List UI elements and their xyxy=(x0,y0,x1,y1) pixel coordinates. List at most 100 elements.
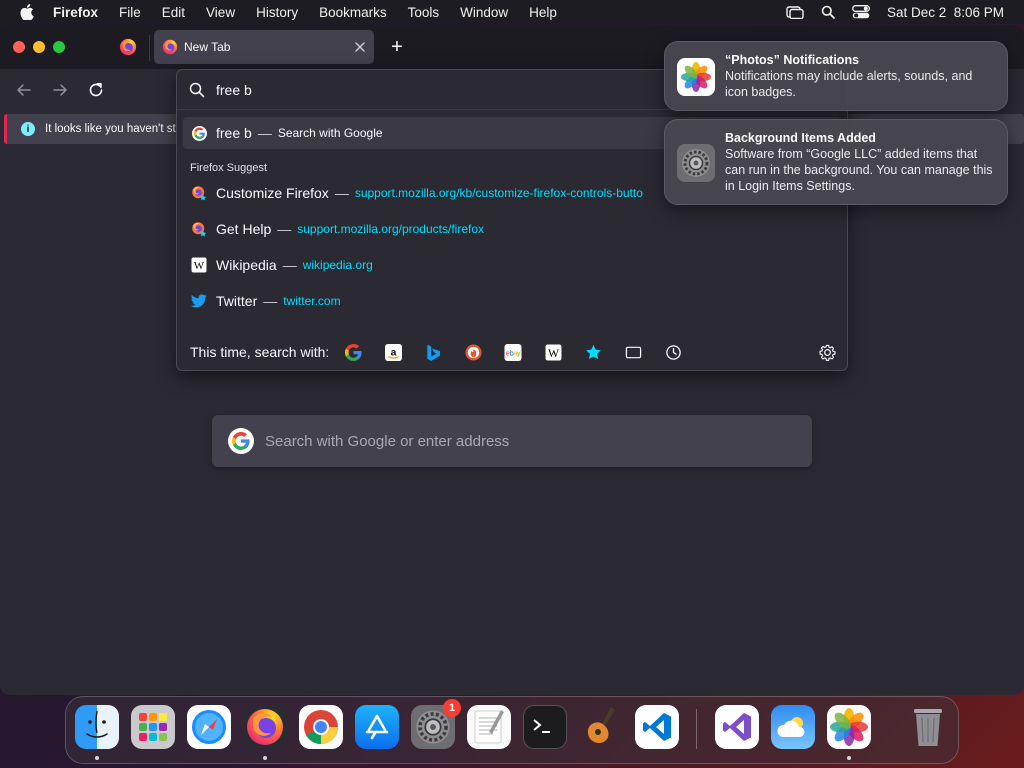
tab-new-tab[interactable]: New Tab xyxy=(154,30,374,64)
suggestion-title: Customize Firefox xyxy=(216,185,329,201)
amazon-icon[interactable]: a xyxy=(383,342,403,362)
bing-icon[interactable] xyxy=(423,342,443,362)
search-settings-gear-icon[interactable] xyxy=(817,342,837,362)
photos-running-indicator xyxy=(847,756,851,760)
menu-bookmarks[interactable]: Bookmarks xyxy=(319,5,387,20)
suggestion-url: twitter.com xyxy=(283,294,341,308)
suggestion-url: support.mozilla.org/products/firefox xyxy=(297,222,484,236)
back-arrow-icon xyxy=(17,84,31,96)
suggestion-separator: — xyxy=(263,293,278,309)
spotlight-search-icon[interactable] xyxy=(821,5,835,19)
infobar-message: It looks like you haven't st xyxy=(45,123,176,135)
forward-button[interactable] xyxy=(48,78,72,102)
tab-title: New Tab xyxy=(184,40,231,54)
finder-running-indicator xyxy=(95,756,99,760)
firefox-icon xyxy=(119,38,137,56)
notification-title: Background Items Added xyxy=(725,131,876,145)
chrome-icon[interactable] xyxy=(299,705,343,749)
firefox-favicon-icon xyxy=(162,39,178,55)
pinned-tab-firefox[interactable] xyxy=(110,31,146,63)
terminal-icon[interactable] xyxy=(523,705,567,749)
garageband-icon[interactable] xyxy=(579,705,623,749)
tabs-icon[interactable] xyxy=(623,342,643,362)
photos-icon xyxy=(677,58,715,96)
newtab-search-box[interactable] xyxy=(212,415,812,467)
menu-history[interactable]: History xyxy=(256,5,298,20)
bookmarks-star-icon[interactable] xyxy=(583,342,603,362)
suggestion-separator: — xyxy=(282,257,297,273)
google-icon xyxy=(190,124,208,142)
notification-body: Notifications may include alerts, sounds… xyxy=(725,69,973,99)
tab-close-icon[interactable] xyxy=(346,42,374,52)
visual-studio-icon[interactable] xyxy=(715,705,759,749)
svg-text:W: W xyxy=(548,346,559,359)
app-name-menu[interactable]: Firefox xyxy=(53,5,98,20)
suggestion-twitter[interactable]: Twitter — twitter.com xyxy=(183,285,841,317)
suggestion-title: Get Help xyxy=(216,221,272,237)
weather-icon[interactable] xyxy=(771,705,815,749)
system-settings-dock-icon[interactable]: 1 xyxy=(411,699,461,749)
clock-datetime[interactable]: Sat Dec 2 8:06 PM xyxy=(887,5,1004,20)
duckduckgo-icon[interactable] xyxy=(463,342,483,362)
result-title: free b xyxy=(216,125,252,141)
suggestion-get-help[interactable]: Get Help — support.mozilla.org/products/… xyxy=(183,213,841,245)
firefox-suggest-heading: Firefox Suggest xyxy=(190,162,268,174)
window-close-button[interactable] xyxy=(13,41,25,53)
dock: 1 xyxy=(65,696,959,764)
suggestion-separator: — xyxy=(277,221,292,237)
one-off-label: This time, search with: xyxy=(190,344,330,360)
suggestion-wikipedia[interactable]: W Wikipedia — wikipedia.org xyxy=(183,249,841,281)
menu-edit[interactable]: Edit xyxy=(162,5,185,20)
textedit-icon[interactable] xyxy=(467,705,511,749)
back-button[interactable] xyxy=(12,78,36,102)
notification-body: Software from “Google LLC” added items t… xyxy=(725,147,993,193)
app-store-icon[interactable] xyxy=(355,705,399,749)
twitter-icon xyxy=(190,292,208,310)
svg-text:W: W xyxy=(194,260,205,272)
apple-menu-icon[interactable] xyxy=(20,4,36,20)
urlbar-results-popup: free b — Search with Google Firefox Sugg… xyxy=(176,69,848,371)
vscode-icon[interactable] xyxy=(635,705,679,749)
history-clock-icon[interactable] xyxy=(663,342,683,362)
background-items-notification[interactable]: Background Items Added Software from “Go… xyxy=(664,119,1008,205)
menu-tools[interactable]: Tools xyxy=(408,5,440,20)
menu-view[interactable]: View xyxy=(206,5,235,20)
ebay-icon[interactable]: ebay xyxy=(503,342,523,362)
window-zoom-button[interactable] xyxy=(53,41,65,53)
info-icon: i xyxy=(21,122,35,136)
svg-text:y: y xyxy=(517,349,521,357)
suggestion-separator: — xyxy=(334,185,349,201)
suggestion-title: Twitter xyxy=(216,293,258,309)
menu-file[interactable]: File xyxy=(119,5,141,20)
one-off-search-bar: This time, search with: a ebay W xyxy=(177,332,847,372)
screen-mirroring-icon[interactable] xyxy=(786,5,804,19)
launchpad-icon[interactable] xyxy=(131,705,175,749)
window-minimize-button[interactable] xyxy=(33,41,45,53)
notification-title: “Photos” Notifications xyxy=(725,53,860,67)
control-center-icon[interactable] xyxy=(851,5,870,19)
menu-window[interactable]: Window xyxy=(460,5,508,20)
suggestion-url: support.mozilla.org/kb/customize-firefox… xyxy=(354,186,643,200)
menubar-status-area: Sat Dec 2 8:06 PM xyxy=(786,0,1004,24)
firefox-dock-icon[interactable] xyxy=(243,705,287,749)
suggestion-title: Wikipedia xyxy=(216,257,277,273)
menu-help[interactable]: Help xyxy=(529,5,557,20)
photos-dock-icon[interactable] xyxy=(827,705,871,749)
google-icon[interactable] xyxy=(343,342,363,362)
new-tab-button[interactable]: + xyxy=(385,35,409,59)
svg-text:a: a xyxy=(390,347,396,358)
system-settings-icon xyxy=(677,144,715,182)
trash-icon[interactable] xyxy=(906,705,950,749)
reload-button[interactable] xyxy=(84,78,108,102)
firefox-suggest-icon xyxy=(190,184,208,202)
photos-notification[interactable]: “Photos” Notifications Notifications may… xyxy=(664,41,1008,111)
menu-bar: Firefox File Edit View History Bookmarks… xyxy=(0,0,1024,24)
finder-icon[interactable] xyxy=(75,705,119,749)
safari-icon[interactable] xyxy=(187,705,231,749)
notification-badge: 1 xyxy=(443,699,461,717)
newtab-search-input[interactable] xyxy=(265,432,765,450)
tab-separator xyxy=(149,35,150,61)
search-icon xyxy=(189,82,205,97)
wikipedia-icon[interactable]: W xyxy=(543,342,563,362)
firefox-suggest-icon xyxy=(190,220,208,238)
